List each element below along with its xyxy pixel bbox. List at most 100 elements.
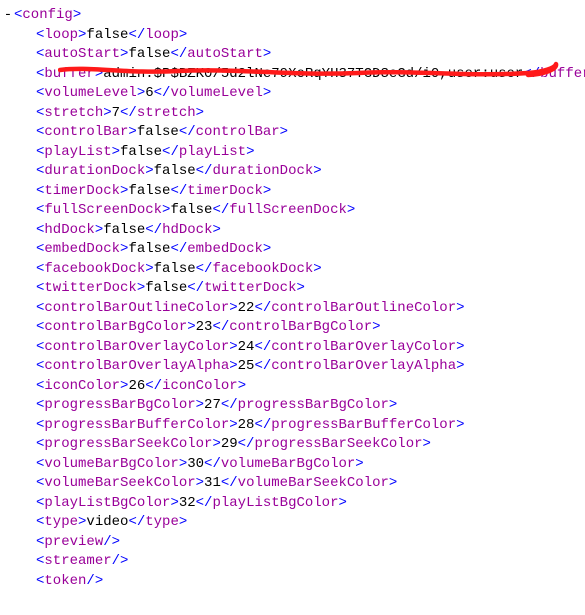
angle-open-slash: </ bbox=[523, 66, 540, 82]
xml-element-volumeLevel: <volumeLevel>6</volumeLevel> bbox=[2, 84, 585, 104]
tag-value: video bbox=[86, 514, 128, 530]
angle-close: > bbox=[145, 261, 153, 277]
angle-open-slash: </ bbox=[179, 124, 196, 140]
angle-close: > bbox=[238, 378, 246, 394]
tag-value: 23 bbox=[196, 319, 213, 335]
tag-name: token bbox=[44, 573, 86, 589]
angle-close: > bbox=[423, 436, 431, 452]
tag-close: iconColor bbox=[162, 378, 238, 394]
tag-value: 24 bbox=[238, 339, 255, 355]
tag-value: false bbox=[128, 183, 170, 199]
xml-element-fullScreenDock: <fullScreenDock>false</fullScreenDock> bbox=[2, 201, 585, 221]
self-close: /> bbox=[86, 573, 103, 589]
tag-close: stretch bbox=[137, 105, 196, 121]
tag-close: controlBarOutlineColor bbox=[271, 300, 456, 316]
tag-open: playListBgColor bbox=[44, 495, 170, 511]
collapse-toggle[interactable]: - bbox=[2, 6, 14, 26]
tag-close: progressBarBgColor bbox=[238, 397, 389, 413]
tag-open: volumeBarBgColor bbox=[44, 456, 178, 472]
tag-close: progressBarBufferColor bbox=[271, 417, 456, 433]
tag-close: volumeBarSeekColor bbox=[238, 475, 389, 491]
angle-close: > bbox=[128, 124, 136, 140]
angle-close: > bbox=[95, 66, 103, 82]
tag-open: facebookDock bbox=[44, 261, 145, 277]
angle-open-slash: </ bbox=[162, 144, 179, 160]
angle-open-slash: </ bbox=[145, 222, 162, 238]
tag-open: controlBarOutlineColor bbox=[44, 300, 229, 316]
root-open-line: -<config> bbox=[2, 6, 585, 26]
tag-value: false bbox=[154, 163, 196, 179]
tag-close: controlBarBgColor bbox=[229, 319, 372, 335]
xml-element-controlBarOverlayAlpha: <controlBarOverlayAlpha>25</controlBarOv… bbox=[2, 357, 585, 377]
child-elements: <loop>false</loop><autoStart>false</auto… bbox=[2, 26, 585, 533]
angle-close: > bbox=[296, 280, 304, 296]
angle-open-slash: </ bbox=[170, 46, 187, 62]
angle-open-slash: </ bbox=[187, 280, 204, 296]
xml-element-playListBgColor: <playListBgColor>32</playListBgColor> bbox=[2, 494, 585, 514]
xml-element-playList: <playList>false</playList> bbox=[2, 143, 585, 163]
tag-close: facebookDock bbox=[212, 261, 313, 277]
angle-close: > bbox=[456, 300, 464, 316]
angle-close: > bbox=[229, 339, 237, 355]
xml-element-controlBar: <controlBar>false</controlBar> bbox=[2, 123, 585, 143]
angle-open-slash: </ bbox=[128, 514, 145, 530]
xml-element-timerDock: <timerDock>false</timerDock> bbox=[2, 182, 585, 202]
tag-value: admin:$P$BZK0/5d2lNe79XeRqYH37TGD3eGd/i0… bbox=[103, 66, 523, 82]
tag-open: progressBarBufferColor bbox=[44, 417, 229, 433]
angle-open-slash: </ bbox=[238, 436, 255, 452]
tag-close: type bbox=[145, 514, 179, 530]
xml-element-controlBarBgColor: <controlBarBgColor>23</controlBarBgColor… bbox=[2, 318, 585, 338]
self-close: /> bbox=[112, 553, 129, 569]
tag-value: 29 bbox=[221, 436, 238, 452]
self-close: /> bbox=[103, 534, 120, 550]
xml-element-hdDock: <hdDock>false</hdDock> bbox=[2, 221, 585, 241]
tag-open: progressBarBgColor bbox=[44, 397, 195, 413]
xml-selfclosing-token: <token/> bbox=[2, 572, 585, 592]
tag-open: hdDock bbox=[44, 222, 94, 238]
angle-close: > bbox=[103, 105, 111, 121]
xml-element-buffer: <buffer>admin:$P$BZK0/5d2lNe79XeRqYH37TG… bbox=[2, 65, 585, 85]
tag-close: durationDock bbox=[212, 163, 313, 179]
angle-close: > bbox=[170, 495, 178, 511]
tag-value: false bbox=[86, 27, 128, 43]
angle-close: > bbox=[339, 495, 347, 511]
angle-open-slash: </ bbox=[120, 105, 137, 121]
tag-close: buffer bbox=[540, 66, 585, 82]
tag-value: false bbox=[128, 46, 170, 62]
xml-element-embedDock: <embedDock>false</embedDock> bbox=[2, 240, 585, 260]
tag-open: stretch bbox=[44, 105, 103, 121]
angle-close: > bbox=[145, 163, 153, 179]
angle-close: > bbox=[137, 280, 145, 296]
tag-open: controlBarBgColor bbox=[44, 319, 187, 335]
angle-open-slash: </ bbox=[204, 456, 221, 472]
self-closing-elements: <preview/><streamer/><token/> bbox=[2, 533, 585, 592]
angle-open-slash: </ bbox=[170, 183, 187, 199]
angle-open-slash: </ bbox=[254, 300, 271, 316]
angle-close: > bbox=[95, 222, 103, 238]
tag-open: controlBar bbox=[44, 124, 128, 140]
angle-open-slash: </ bbox=[254, 339, 271, 355]
tag-value: 6 bbox=[145, 85, 153, 101]
angle-close: > bbox=[229, 417, 237, 433]
angle-close: > bbox=[187, 319, 195, 335]
tag-open: durationDock bbox=[44, 163, 145, 179]
angle-close: > bbox=[389, 475, 397, 491]
tag-close: timerDock bbox=[187, 183, 263, 199]
angle-close: > bbox=[355, 456, 363, 472]
tag-close: twitterDock bbox=[204, 280, 296, 296]
angle-open-slash: </ bbox=[154, 85, 171, 101]
tag-close: loop bbox=[145, 27, 179, 43]
tag-open: embedDock bbox=[44, 241, 120, 257]
tag-close: embedDock bbox=[187, 241, 263, 257]
root-tag: config bbox=[22, 7, 72, 23]
angle-open-slash: </ bbox=[196, 495, 213, 511]
xml-selfclosing-streamer: <streamer/> bbox=[2, 552, 585, 572]
tag-open: progressBarSeekColor bbox=[44, 436, 212, 452]
angle-open-slash: </ bbox=[254, 417, 271, 433]
angle-close: > bbox=[372, 319, 380, 335]
angle-close: > bbox=[389, 397, 397, 413]
angle-close: > bbox=[263, 241, 271, 257]
tag-value: 27 bbox=[204, 397, 221, 413]
tag-value: 22 bbox=[238, 300, 255, 316]
angle-open-slash: </ bbox=[221, 475, 238, 491]
